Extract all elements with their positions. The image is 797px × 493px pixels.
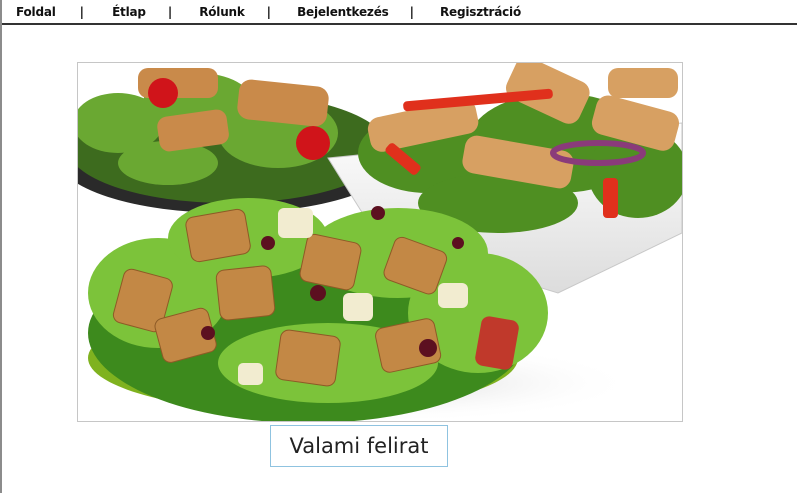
salad-photo bbox=[77, 62, 683, 422]
nav-link-menu[interactable]: Étlap bbox=[112, 5, 146, 19]
nav-link-login[interactable]: Bejelentkezés bbox=[297, 5, 389, 19]
salad-illustration bbox=[78, 63, 682, 421]
nav-separator: | bbox=[167, 4, 173, 19]
nav-link-register[interactable]: Regisztráció bbox=[440, 5, 521, 19]
top-navigation: Foldal | Étlap | Rólunk | Bejelentkezés … bbox=[2, 0, 797, 25]
nav-separator: | bbox=[409, 4, 414, 19]
nav-separator: | bbox=[79, 4, 85, 19]
nav-link-about[interactable]: Rólunk bbox=[199, 5, 245, 19]
nav-link-home[interactable]: Foldal bbox=[16, 5, 56, 19]
image-caption: Valami felirat bbox=[270, 425, 448, 467]
nav-separator: | bbox=[266, 4, 272, 19]
window-left-edge bbox=[0, 0, 2, 493]
